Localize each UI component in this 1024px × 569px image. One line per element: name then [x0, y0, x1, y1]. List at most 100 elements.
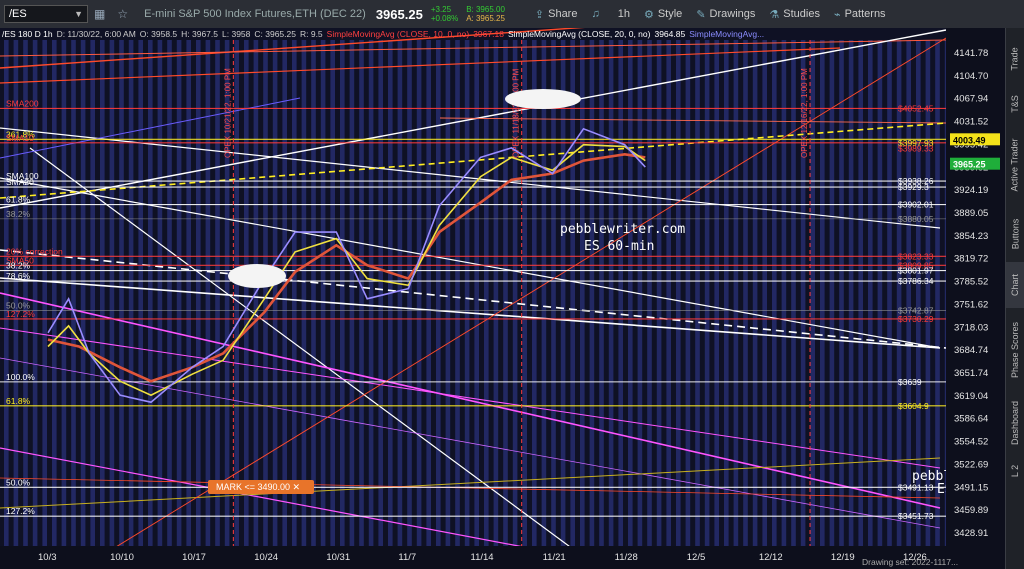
style-icon: ⚙ [643, 8, 654, 21]
price-label-right: $3880.05 [898, 214, 934, 224]
mark-order-text: MARK <= 3490.00 ✕ [216, 482, 300, 492]
star-icon[interactable]: ☆ [117, 7, 128, 21]
top-toolbar: /ES ▼ ▦ ☆ E-mini S&P 500 Index Futures,E… [0, 0, 1024, 29]
sidebar-tab-chart[interactable]: Chart [1006, 262, 1024, 308]
price-axis-tick: 3751.62 [954, 299, 988, 310]
session-band [436, 40, 441, 546]
price-axis-tick: 4031.52 [954, 117, 988, 128]
session-band [368, 40, 374, 546]
highlight-oval [505, 89, 581, 109]
session-band [541, 40, 547, 546]
price-axis-tick: 3619.04 [954, 391, 988, 402]
time-axis-tick: 11/21 [543, 552, 566, 563]
price-label-right: $3801.97 [898, 266, 934, 276]
session-band [320, 40, 326, 546]
session-band [724, 40, 729, 546]
time-axis-tick: 12/19 [831, 552, 855, 563]
session-band [52, 40, 57, 546]
header-high: H: 3967.5 [181, 29, 219, 39]
sma10-value: 3967.18 [473, 29, 504, 39]
session-band [176, 40, 182, 546]
price-axis-tick: 3491.15 [954, 482, 988, 493]
session-band [272, 40, 278, 546]
session-band [887, 40, 892, 546]
price-axis-tick: 3554.52 [954, 437, 988, 448]
session-band [167, 40, 172, 546]
header-date: D: 11/30/22, 6:00 AM [56, 29, 136, 39]
price-axis-tick: 3889.05 [954, 208, 988, 219]
price-label-right: $3639 [898, 377, 922, 387]
price-axis-tick: 4104.70 [954, 71, 988, 82]
level-label-left: 50.0% [6, 477, 31, 487]
session-band [839, 40, 844, 546]
session-band [282, 40, 287, 546]
alert-button[interactable]: ♫ [591, 8, 603, 20]
session-band [868, 40, 873, 546]
symbol-text: /ES [9, 8, 27, 20]
price-chart[interactable]: SMA200361.8%SMA10SMA100SMA2061.8%38.2%20… [0, 28, 1006, 569]
session-band [474, 40, 479, 546]
pencil-icon: ✎ [696, 8, 706, 21]
grid-icon[interactable]: ▦ [94, 7, 105, 21]
price-label-right: $3929.3 [898, 182, 929, 192]
time-axis [0, 546, 1006, 569]
instrument-description: E-mini S&P 500 Index Futures,ETH (DEC 22… [144, 8, 366, 20]
time-axis-tick: 11/14 [471, 552, 494, 563]
sidebar-tab-phase-scores[interactable]: Phase Scores [1006, 310, 1024, 390]
sidebar-tab-ts[interactable]: T&S [1006, 86, 1024, 122]
time-axis-tick: 10/10 [110, 552, 134, 563]
price-axis-tick: 3785.52 [954, 277, 988, 288]
session-band [599, 40, 604, 546]
session-band [685, 40, 691, 546]
price-axis-tick: 3718.03 [954, 322, 988, 333]
price-axis-tick: 3522.69 [954, 459, 988, 470]
patterns-button[interactable]: ⌁ Patterns [834, 8, 886, 21]
price-axis-tick: 3684.74 [954, 345, 988, 356]
level-label-left: 38.2% [6, 261, 31, 271]
price-axis-tick: 3854.23 [954, 231, 988, 242]
session-band [186, 40, 191, 546]
sidebar-tab-level2[interactable]: L 2 [1006, 456, 1024, 486]
opex-label: OPEX 11/18/22, 1:00 PM [512, 68, 521, 158]
session-band [762, 40, 767, 546]
level-label-left: SMA200 [6, 98, 39, 108]
session-band [90, 40, 95, 546]
session-band [503, 40, 508, 546]
style-button[interactable]: ⚙ Style [644, 8, 682, 21]
session-band [80, 40, 86, 546]
share-button[interactable]: ⇪ Share [535, 8, 578, 21]
session-band [647, 40, 652, 546]
sidebar-tab-trade[interactable]: Trade [1006, 34, 1024, 84]
sma20-value: 3964.85 [654, 29, 686, 39]
session-band [877, 40, 883, 546]
right-sidebar: Trade T&S Active Trader Buttons Chart Ph… [1005, 28, 1024, 569]
header-low: L: 3958 [222, 29, 251, 39]
sidebar-tab-buttons[interactable]: Buttons [1006, 208, 1024, 260]
studies-button[interactable]: ⚗ Studies [769, 8, 820, 21]
session-band [455, 40, 460, 546]
header-range: R: 9.5 [299, 29, 323, 39]
symbol-input[interactable]: /ES ▼ [4, 5, 88, 23]
price-tag-text: 4003.49 [953, 135, 986, 145]
ask-value: A: 3965.25 [466, 14, 505, 23]
session-band [426, 40, 431, 546]
level-label-left: 100.0% [6, 372, 35, 382]
session-band [493, 40, 499, 546]
session-band [61, 40, 67, 546]
session-band [32, 40, 38, 546]
price-axis-tick: 3819.72 [954, 254, 988, 265]
session-band [263, 40, 268, 546]
bell-icon: ♫ [591, 8, 600, 20]
price-label-right: $3902.01 [898, 200, 934, 210]
level-label-left: 61.8% [6, 396, 31, 406]
session-band [791, 40, 796, 546]
sidebar-tab-active-trader[interactable]: Active Trader [1006, 124, 1024, 206]
sidebar-tab-dashboard[interactable]: Dashboard [1006, 392, 1024, 454]
study-header: /ES 180 D 1h D: 11/30/22, 6:00 AM O: 395… [2, 29, 764, 41]
session-band [4, 40, 9, 546]
session-band [71, 40, 76, 546]
session-band [532, 40, 537, 546]
session-band [244, 40, 249, 546]
drawings-button[interactable]: ✎ Drawings [696, 8, 755, 21]
interval-button[interactable]: 1h [618, 8, 630, 20]
